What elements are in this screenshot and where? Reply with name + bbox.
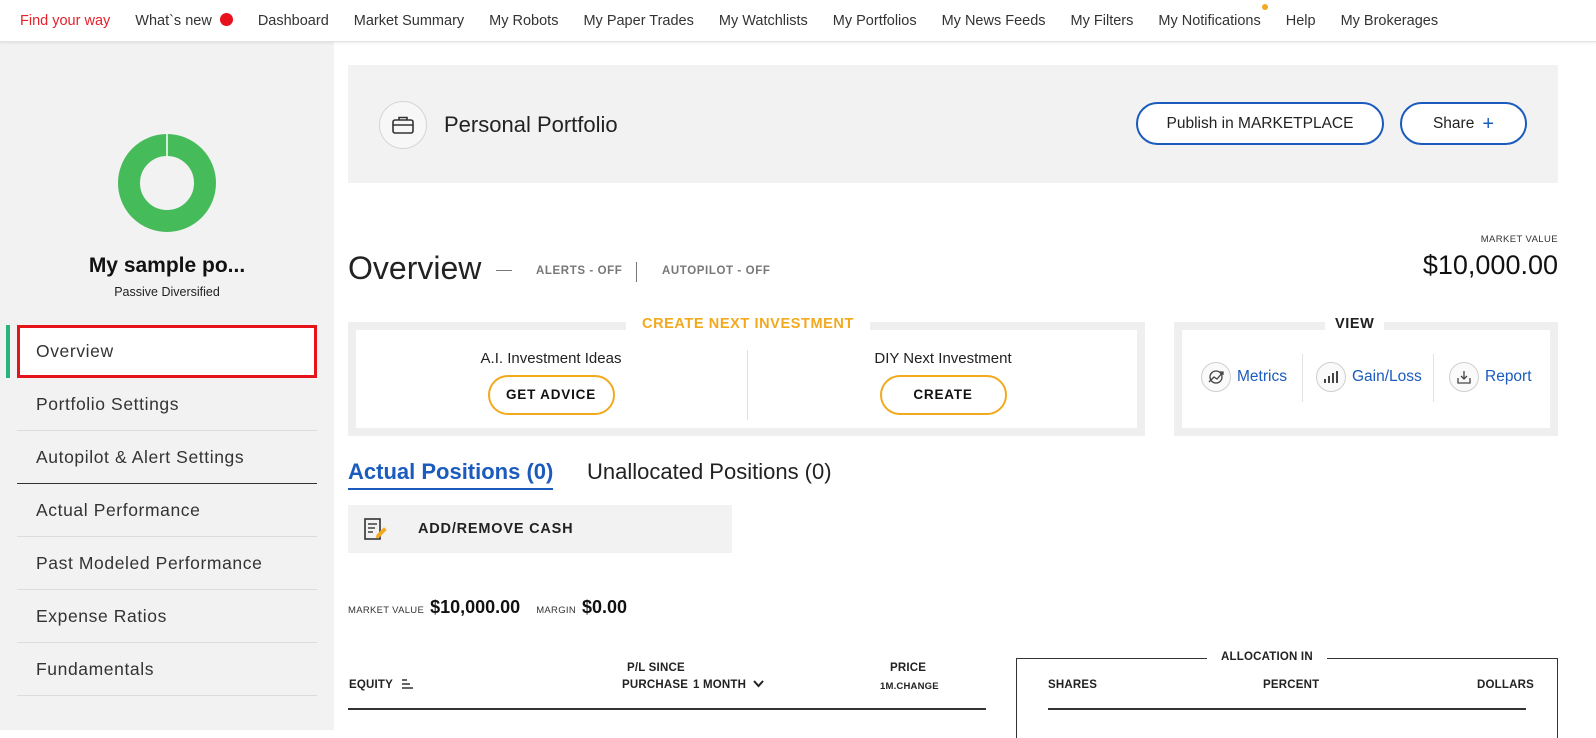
nav-my-news-feeds[interactable]: My News Feeds xyxy=(942,13,1046,29)
nav-my-paper-trades[interactable]: My Paper Trades xyxy=(583,13,693,29)
view-panel: VIEW Metrics Gain/Loss Report xyxy=(1174,316,1558,436)
gain-loss-link[interactable]: Gain/Loss xyxy=(1316,362,1422,392)
table-header-divider xyxy=(348,708,986,710)
nav-my-robots[interactable]: My Robots xyxy=(489,13,558,29)
tab-unallocated-positions[interactable]: Unallocated Positions (0) xyxy=(587,459,832,485)
period-dropdown[interactable]: 1 MONTH xyxy=(693,679,764,691)
portfolio-header: Personal Portfolio Publish in MARKETPLAC… xyxy=(348,65,1558,183)
metrics-link[interactable]: Metrics xyxy=(1201,362,1287,392)
shares-header: SHARES xyxy=(1048,679,1098,691)
new-badge-dot xyxy=(219,12,233,26)
bar-chart-icon xyxy=(1316,362,1346,392)
share-button[interactable]: Share + xyxy=(1400,102,1527,145)
period-dropdown-value: 1 MONTH xyxy=(693,679,747,691)
allocation-header-box: ALLOCATION IN xyxy=(1016,651,1558,738)
pl-header-line2: PURCHASE xyxy=(622,679,689,691)
allocation-title: ALLOCATION IN xyxy=(1207,651,1327,663)
metrics-label: Metrics xyxy=(1237,368,1287,385)
sidebar-item-autopilot-alert-settings[interactable]: Autopilot & Alert Settings xyxy=(17,431,317,484)
autopilot-status[interactable]: AUTOPILOT - OFF xyxy=(662,265,770,277)
sidebar-item-fundamentals[interactable]: Fundamentals xyxy=(17,643,317,696)
values-market-value: $10,000.00 xyxy=(430,597,521,617)
nav-my-notifications-label: My Notifications xyxy=(1158,12,1261,29)
alerts-status[interactable]: ALERTS - OFF xyxy=(536,265,622,277)
dollars-header: DOLLARS xyxy=(1477,679,1534,691)
sidebar-item-expense-ratios[interactable]: Expense Ratios xyxy=(17,590,317,643)
sidebar-item-portfolio-settings[interactable]: Portfolio Settings xyxy=(17,378,317,431)
page-title: Personal Portfolio xyxy=(444,112,618,137)
diy-column: DIY Next Investment CREATE xyxy=(748,350,1138,415)
equity-column-header[interactable]: EQUITY xyxy=(349,679,414,691)
values-margin: $0.00 xyxy=(582,597,628,617)
nav-my-brokerages[interactable]: My Brokerages xyxy=(1341,13,1439,29)
create-next-investment-panel: CREATE NEXT INVESTMENT A.I. Investment I… xyxy=(348,316,1145,436)
overview-heading: Overview xyxy=(348,250,482,286)
view-separator-1 xyxy=(1302,354,1303,402)
percent-header: PERCENT xyxy=(1263,679,1320,691)
download-icon-svg xyxy=(1457,371,1471,384)
ai-ideas-column: A.I. Investment Ideas GET ADVICE xyxy=(356,350,746,415)
nav-whats-new-label: What`s new xyxy=(135,12,212,29)
bar-chart-icon-svg xyxy=(1324,371,1338,383)
pl-header-line1: P/L SINCE xyxy=(627,662,685,674)
values-margin-label: MARGIN xyxy=(536,605,577,616)
top-navigation: Find your way What`s new Dashboard Marke… xyxy=(0,0,1596,42)
report-label: Report xyxy=(1485,368,1532,385)
values-market-value-label: MARKET VALUE xyxy=(348,605,425,616)
chevron-down-icon xyxy=(752,680,764,688)
price-header: PRICE xyxy=(890,662,927,674)
diy-label: DIY Next Investment xyxy=(874,350,1012,367)
gain-loss-label: Gain/Loss xyxy=(1352,368,1422,385)
notification-dot xyxy=(1261,3,1268,10)
status-separator xyxy=(636,262,637,282)
create-button[interactable]: CREATE xyxy=(879,375,1007,415)
nav-market-summary[interactable]: Market Summary xyxy=(354,13,464,29)
get-advice-button[interactable]: GET ADVICE xyxy=(487,375,615,415)
sort-icon xyxy=(402,679,414,689)
briefcase-icon-svg xyxy=(392,116,414,134)
report-link[interactable]: Report xyxy=(1449,362,1532,392)
nav-help[interactable]: Help xyxy=(1286,13,1316,29)
publish-marketplace-button[interactable]: Publish in MARKETPLACE xyxy=(1136,102,1384,145)
nav-find-your-way[interactable]: Find your way xyxy=(20,13,110,29)
nav-my-notifications[interactable]: My Notifications xyxy=(1158,3,1268,29)
nav-my-filters[interactable]: My Filters xyxy=(1071,13,1134,29)
ai-ideas-label: A.I. Investment Ideas xyxy=(480,350,622,367)
sidebar: My sample po... Passive Diversified Over… xyxy=(0,42,334,730)
view-separator-2 xyxy=(1433,354,1434,402)
tab-actual-positions[interactable]: Actual Positions (0) xyxy=(348,459,554,490)
add-remove-cash-label: ADD/REMOVE CASH xyxy=(418,521,574,537)
download-icon xyxy=(1449,362,1479,392)
portfolio-values: MARKET VALUE $10,000.00 MARGIN $0.00 xyxy=(348,597,643,618)
nav-dashboard[interactable]: Dashboard xyxy=(258,13,329,29)
market-value-label: MARKET VALUE xyxy=(1480,234,1558,245)
overview-dash xyxy=(496,270,512,271)
create-next-investment-title: CREATE NEXT INVESTMENT xyxy=(626,316,870,332)
sidebar-item-overview[interactable]: Overview xyxy=(6,325,317,378)
nav-my-portfolios[interactable]: My Portfolios xyxy=(833,13,917,29)
edit-document-icon xyxy=(364,518,387,540)
plus-icon: + xyxy=(1482,112,1495,135)
market-value: $10,000.00 xyxy=(1422,250,1558,280)
metrics-icon xyxy=(1201,362,1231,392)
sidebar-item-past-modeled-performance[interactable]: Past Modeled Performance xyxy=(17,537,317,590)
portfolio-type: Passive Diversified xyxy=(114,285,220,299)
portfolio-donut-chart xyxy=(118,134,216,232)
sidebar-item-actual-performance[interactable]: Actual Performance xyxy=(17,484,317,537)
nav-my-watchlists[interactable]: My Watchlists xyxy=(719,13,808,29)
sidebar-menu: Overview Portfolio Settings Autopilot & … xyxy=(6,325,317,696)
add-remove-cash-button[interactable]: ADD/REMOVE CASH xyxy=(348,505,732,553)
nav-whats-new[interactable]: What`s new xyxy=(135,12,233,29)
portfolio-name: My sample po... xyxy=(88,254,246,277)
price-change-header: 1M.CHANGE xyxy=(880,681,939,692)
view-title: VIEW xyxy=(1325,316,1385,332)
share-button-label: Share xyxy=(1432,114,1475,132)
metrics-icon-svg xyxy=(1208,370,1224,384)
donut-ring xyxy=(118,134,216,232)
briefcase-icon xyxy=(379,101,427,149)
equity-header-label: EQUITY xyxy=(349,679,393,691)
allocation-header-divider xyxy=(1048,708,1526,710)
